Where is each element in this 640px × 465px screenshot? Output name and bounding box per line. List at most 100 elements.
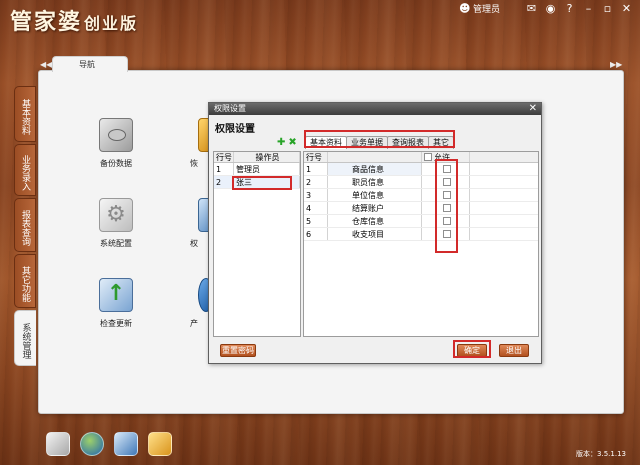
close-icon[interactable]: ✕ [621,3,632,14]
operator-grid: 行号 操作员 1 管理员 2 张三 [213,151,301,337]
tab-basic-info[interactable]: 基本资料 [305,136,347,149]
row-number: 1 [304,163,328,175]
table-row[interactable]: 1 商品信息 [304,163,538,176]
tab-navigation[interactable]: 导航 [52,56,128,72]
col-allow: 允许 [422,152,470,162]
system-config-label: 系统配置 [100,239,132,248]
add-operator-icon[interactable]: ✚ [277,137,285,148]
backup-data-label: 备份数据 [100,159,132,168]
dialog-heading: 权限设置 [215,124,255,135]
row-filler [470,176,538,188]
allow-cell [422,189,470,201]
allow-checkbox[interactable] [442,165,451,173]
operator-grid-header: 行号 操作员 [214,152,300,163]
row-filler [470,202,538,214]
disk-icon [99,118,133,152]
allow-checkbox[interactable] [442,230,451,238]
row-number: 2 [214,176,234,188]
gear-icon [99,198,133,232]
table-row[interactable]: 3 单位信息 [304,189,538,202]
permission-tabs: 基本资料 业务单据 查询报表 其它 [305,136,454,149]
allow-checkbox[interactable] [442,217,451,225]
scroll-left-icon[interactable]: ◀◀ [40,60,52,69]
allow-checkbox[interactable] [442,178,451,186]
exit-button[interactable]: 退出 [499,344,529,357]
permission-grid: 行号 允许 1 商品信息 2 职员信息 3 单位信息 4 结算账户 5 仓库信息… [303,151,539,337]
col-operator: 操作员 [234,152,300,162]
dock-backup-icon[interactable] [46,432,70,456]
side-tab-other[interactable]: 其它功能 [14,254,36,308]
table-row[interactable]: 2 职员信息 [304,176,538,189]
allow-cell [422,176,470,188]
row-number: 6 [304,228,328,240]
dock-update-icon[interactable] [114,432,138,456]
side-tab-reports[interactable]: 报表查询 [14,198,36,252]
table-row[interactable]: 5 仓库信息 [304,215,538,228]
dialog-close-icon[interactable]: ✕ [529,103,537,114]
dock-globe-icon[interactable] [80,432,104,456]
table-row[interactable]: 1 管理员 [214,163,300,176]
reset-password-button[interactable]: 重置密码 [220,344,256,357]
scroll-right-icon[interactable]: ▶▶ [610,60,622,69]
permission-name: 职员信息 [328,176,422,188]
table-row[interactable]: 2 张三 [214,176,300,189]
permission-name: 结算账户 [328,202,422,214]
row-number: 1 [214,163,234,175]
allow-checkbox[interactable] [442,204,451,212]
allow-checkbox[interactable] [442,191,451,199]
tab-query-reports[interactable]: 查询报表 [387,136,429,149]
app-title-sub: 创业版 [84,14,139,33]
dock-user-icon[interactable] [148,432,172,456]
allow-all-checkbox[interactable] [424,153,432,161]
col-allow-label: 允许 [434,153,450,162]
system-config-shortcut[interactable]: 系统配置 [86,198,146,249]
table-row[interactable]: 6 收支项目 [304,228,538,241]
version-label: 版本：3.5.1.13 [576,450,626,458]
update-icon [99,278,133,312]
user-menu[interactable]: ☻ 管理员 [459,2,500,15]
operator-name: 管理员 [234,163,300,175]
row-filler [470,163,538,175]
help-icon[interactable]: ? [564,3,575,14]
table-row[interactable]: 4 结算账户 [304,202,538,215]
row-number: 3 [304,189,328,201]
operator-toolbar: ✚ ✖ [277,137,297,148]
row-filler [470,215,538,227]
row-number: 2 [304,176,328,188]
side-tab-basic[interactable]: 基本资料 [14,86,36,142]
product-shortcut[interactable]: 产 [190,278,214,329]
app-title: 管家婆 创业版 [10,4,138,36]
tab-business-docs[interactable]: 业务单据 [346,136,388,149]
col-permission [328,152,422,162]
user-icon: ☻ [458,2,471,15]
side-tab-system[interactable]: 系统管理 [14,310,36,366]
side-tab-business[interactable]: 业务录入 [14,144,36,196]
check-update-shortcut[interactable]: 检查更新 [86,278,146,329]
minimize-icon[interactable]: – [583,3,594,14]
permission-shortcut[interactable]: 权 [190,198,214,249]
col-row-number: 行号 [304,152,328,162]
row-number: 5 [304,215,328,227]
restore-label: 恢 [190,159,198,168]
allow-cell [422,228,470,240]
restore-shortcut[interactable]: 恢 [190,118,214,169]
delete-operator-icon[interactable]: ✖ [288,137,296,148]
weibo-icon[interactable]: ◉ [545,3,556,14]
permission-name: 仓库信息 [328,215,422,227]
mail-icon[interactable]: ✉ [526,3,537,14]
dialog-titlebar[interactable]: 权限设置 ✕ [209,103,541,115]
permission-name: 单位信息 [328,189,422,201]
row-filler [470,189,538,201]
permission-grid-header: 行号 允许 [304,152,538,163]
permission-dialog: 权限设置 ✕ 权限设置 ✚ ✖ 行号 操作员 1 管理员 2 张三 基本资料 业务… [208,102,542,364]
operator-name: 张三 [234,176,300,188]
allow-cell [422,163,470,175]
product-label: 产 [190,319,198,328]
allow-cell [422,215,470,227]
ok-button[interactable]: 确定 [457,344,487,357]
app-title-main: 管家婆 [10,10,83,35]
backup-data-shortcut[interactable]: 备份数据 [86,118,146,169]
restore-icon[interactable]: ▫ [602,3,613,14]
row-number: 4 [304,202,328,214]
tab-other[interactable]: 其它 [428,136,454,149]
